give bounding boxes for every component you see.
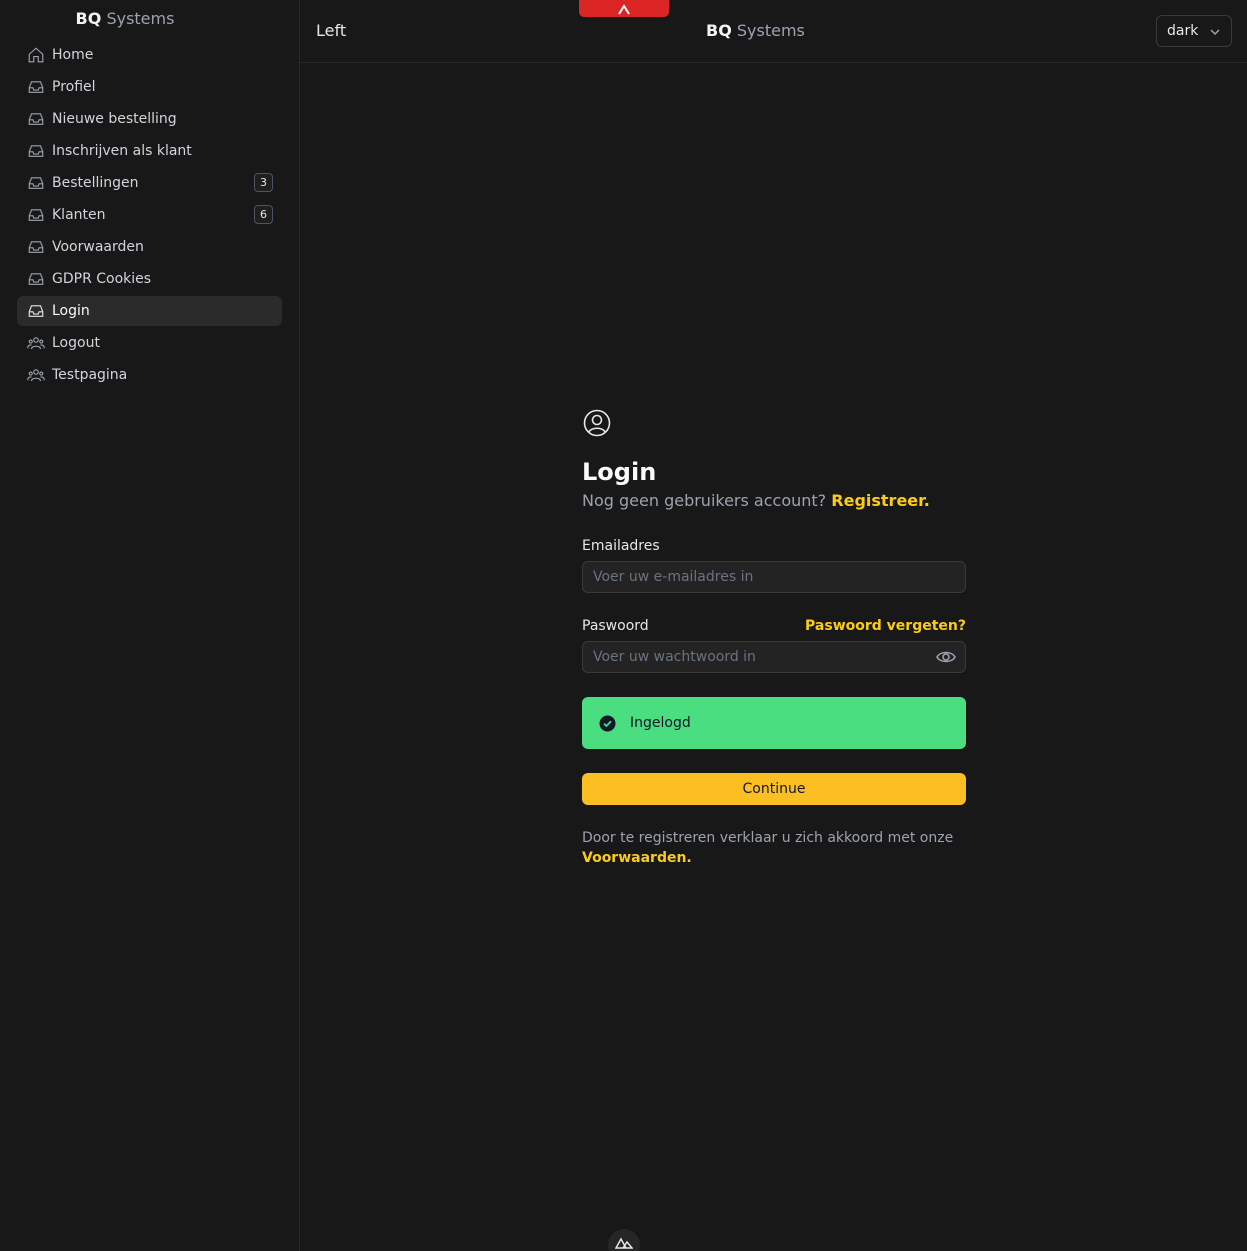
sidebar-item-login[interactable]: Login xyxy=(17,296,282,326)
login-subtitle: Nog geen gebruikers account? Registreer. xyxy=(582,490,966,512)
eye-icon[interactable] xyxy=(936,649,956,665)
inbox-icon xyxy=(27,302,45,320)
sidebar-item-label: Inschrijven als klant xyxy=(52,143,192,159)
users-icon xyxy=(27,366,45,384)
inbox-icon xyxy=(27,78,45,96)
terms-text: Door te registreren verklaar u zich akko… xyxy=(582,830,954,846)
sidebar-item-label: Home xyxy=(52,47,94,63)
sidebar-item-label: GDPR Cookies xyxy=(52,271,152,287)
email-label: Emailadres xyxy=(582,538,660,554)
sidebar-item-label: Testpagina xyxy=(52,367,128,383)
top-header: Left BQ Systems dark xyxy=(300,0,1247,63)
sidebar-item-label: Klanten xyxy=(52,207,106,223)
sidebar-item-gdpr-cookies[interactable]: GDPR Cookies xyxy=(17,264,282,294)
sidebar-item-label: Nieuwe bestelling xyxy=(52,111,177,127)
user-circle-icon xyxy=(582,408,966,442)
login-form: Login Nog geen gebruikers account? Regis… xyxy=(582,408,966,866)
password-field[interactable] xyxy=(582,641,966,673)
theme-select-value: dark xyxy=(1167,23,1199,39)
brand-bold: BQ xyxy=(706,21,732,40)
alert-text: Ingelogd xyxy=(630,715,691,731)
sidebar-item-label: Logout xyxy=(52,335,100,351)
inbox-icon xyxy=(27,110,45,128)
register-link[interactable]: Registreer. xyxy=(831,491,930,510)
header-left-label: Left xyxy=(316,21,347,40)
devtools-badge[interactable] xyxy=(608,1229,640,1251)
chevron-down-icon xyxy=(1210,29,1220,36)
brand-rest: Systems xyxy=(106,9,175,28)
sidebar-item-klanten[interactable]: Klanten 6 xyxy=(17,200,282,230)
inbox-icon xyxy=(27,238,45,256)
sidebar-item-testpagina[interactable]: Testpagina xyxy=(17,360,282,390)
home-icon xyxy=(27,46,45,64)
sidebar-item-label: Profiel xyxy=(52,79,96,95)
inbox-icon xyxy=(27,206,45,224)
sidebar-item-profiel[interactable]: Profiel xyxy=(17,72,282,102)
continue-button[interactable]: Continue xyxy=(582,773,966,805)
terms-notice: Door te registreren verklaar u zich akko… xyxy=(582,828,966,868)
sidebar-item-home[interactable]: Home xyxy=(17,40,282,70)
sidebar-item-inschrijven[interactable]: Inschrijven als klant xyxy=(17,136,282,166)
email-field[interactable] xyxy=(582,561,966,593)
forgot-password-link[interactable]: Paswoord vergeten? xyxy=(805,618,966,634)
sidebar-item-label: Voorwaarden xyxy=(52,239,144,255)
nuxt-logo-icon xyxy=(615,1237,633,1249)
password-label: Paswoord xyxy=(582,618,649,634)
sidebar-brand[interactable]: BQ Systems xyxy=(0,9,250,29)
terms-link[interactable]: Voorwaarden. xyxy=(582,850,692,866)
check-circle-icon xyxy=(599,715,616,731)
sidebar-item-voorwaarden[interactable]: Voorwaarden xyxy=(17,232,282,262)
sidebar-item-label: Login xyxy=(52,303,90,319)
brand-rest: Systems xyxy=(736,21,805,40)
inbox-icon xyxy=(27,174,45,192)
header-brand[interactable]: BQ Systems xyxy=(706,21,805,40)
brand-bold: BQ xyxy=(75,9,102,28)
sidebar-item-bestellingen[interactable]: Bestellingen 3 xyxy=(17,168,282,198)
success-alert: Ingelogd xyxy=(582,697,966,749)
count-badge: 6 xyxy=(254,205,273,224)
users-icon xyxy=(27,334,45,352)
sidebar-item-nieuwe-bestelling[interactable]: Nieuwe bestelling xyxy=(17,104,282,134)
sidebar-nav: Home Profiel Nieuwe bestelling Inschrijv… xyxy=(17,40,282,392)
sidebar-item-label: Bestellingen xyxy=(52,175,139,191)
subtitle-text: Nog geen gebruikers account? xyxy=(582,491,827,510)
sidebar: BQ Systems Home Profiel Nieuwe bestellin… xyxy=(0,0,300,1251)
theme-select[interactable]: dark xyxy=(1156,15,1232,47)
sidebar-item-logout[interactable]: Logout xyxy=(17,328,282,358)
inbox-icon xyxy=(27,142,45,160)
count-badge: 3 xyxy=(254,173,273,192)
page-title: Login xyxy=(582,458,657,486)
inbox-icon xyxy=(27,270,45,288)
